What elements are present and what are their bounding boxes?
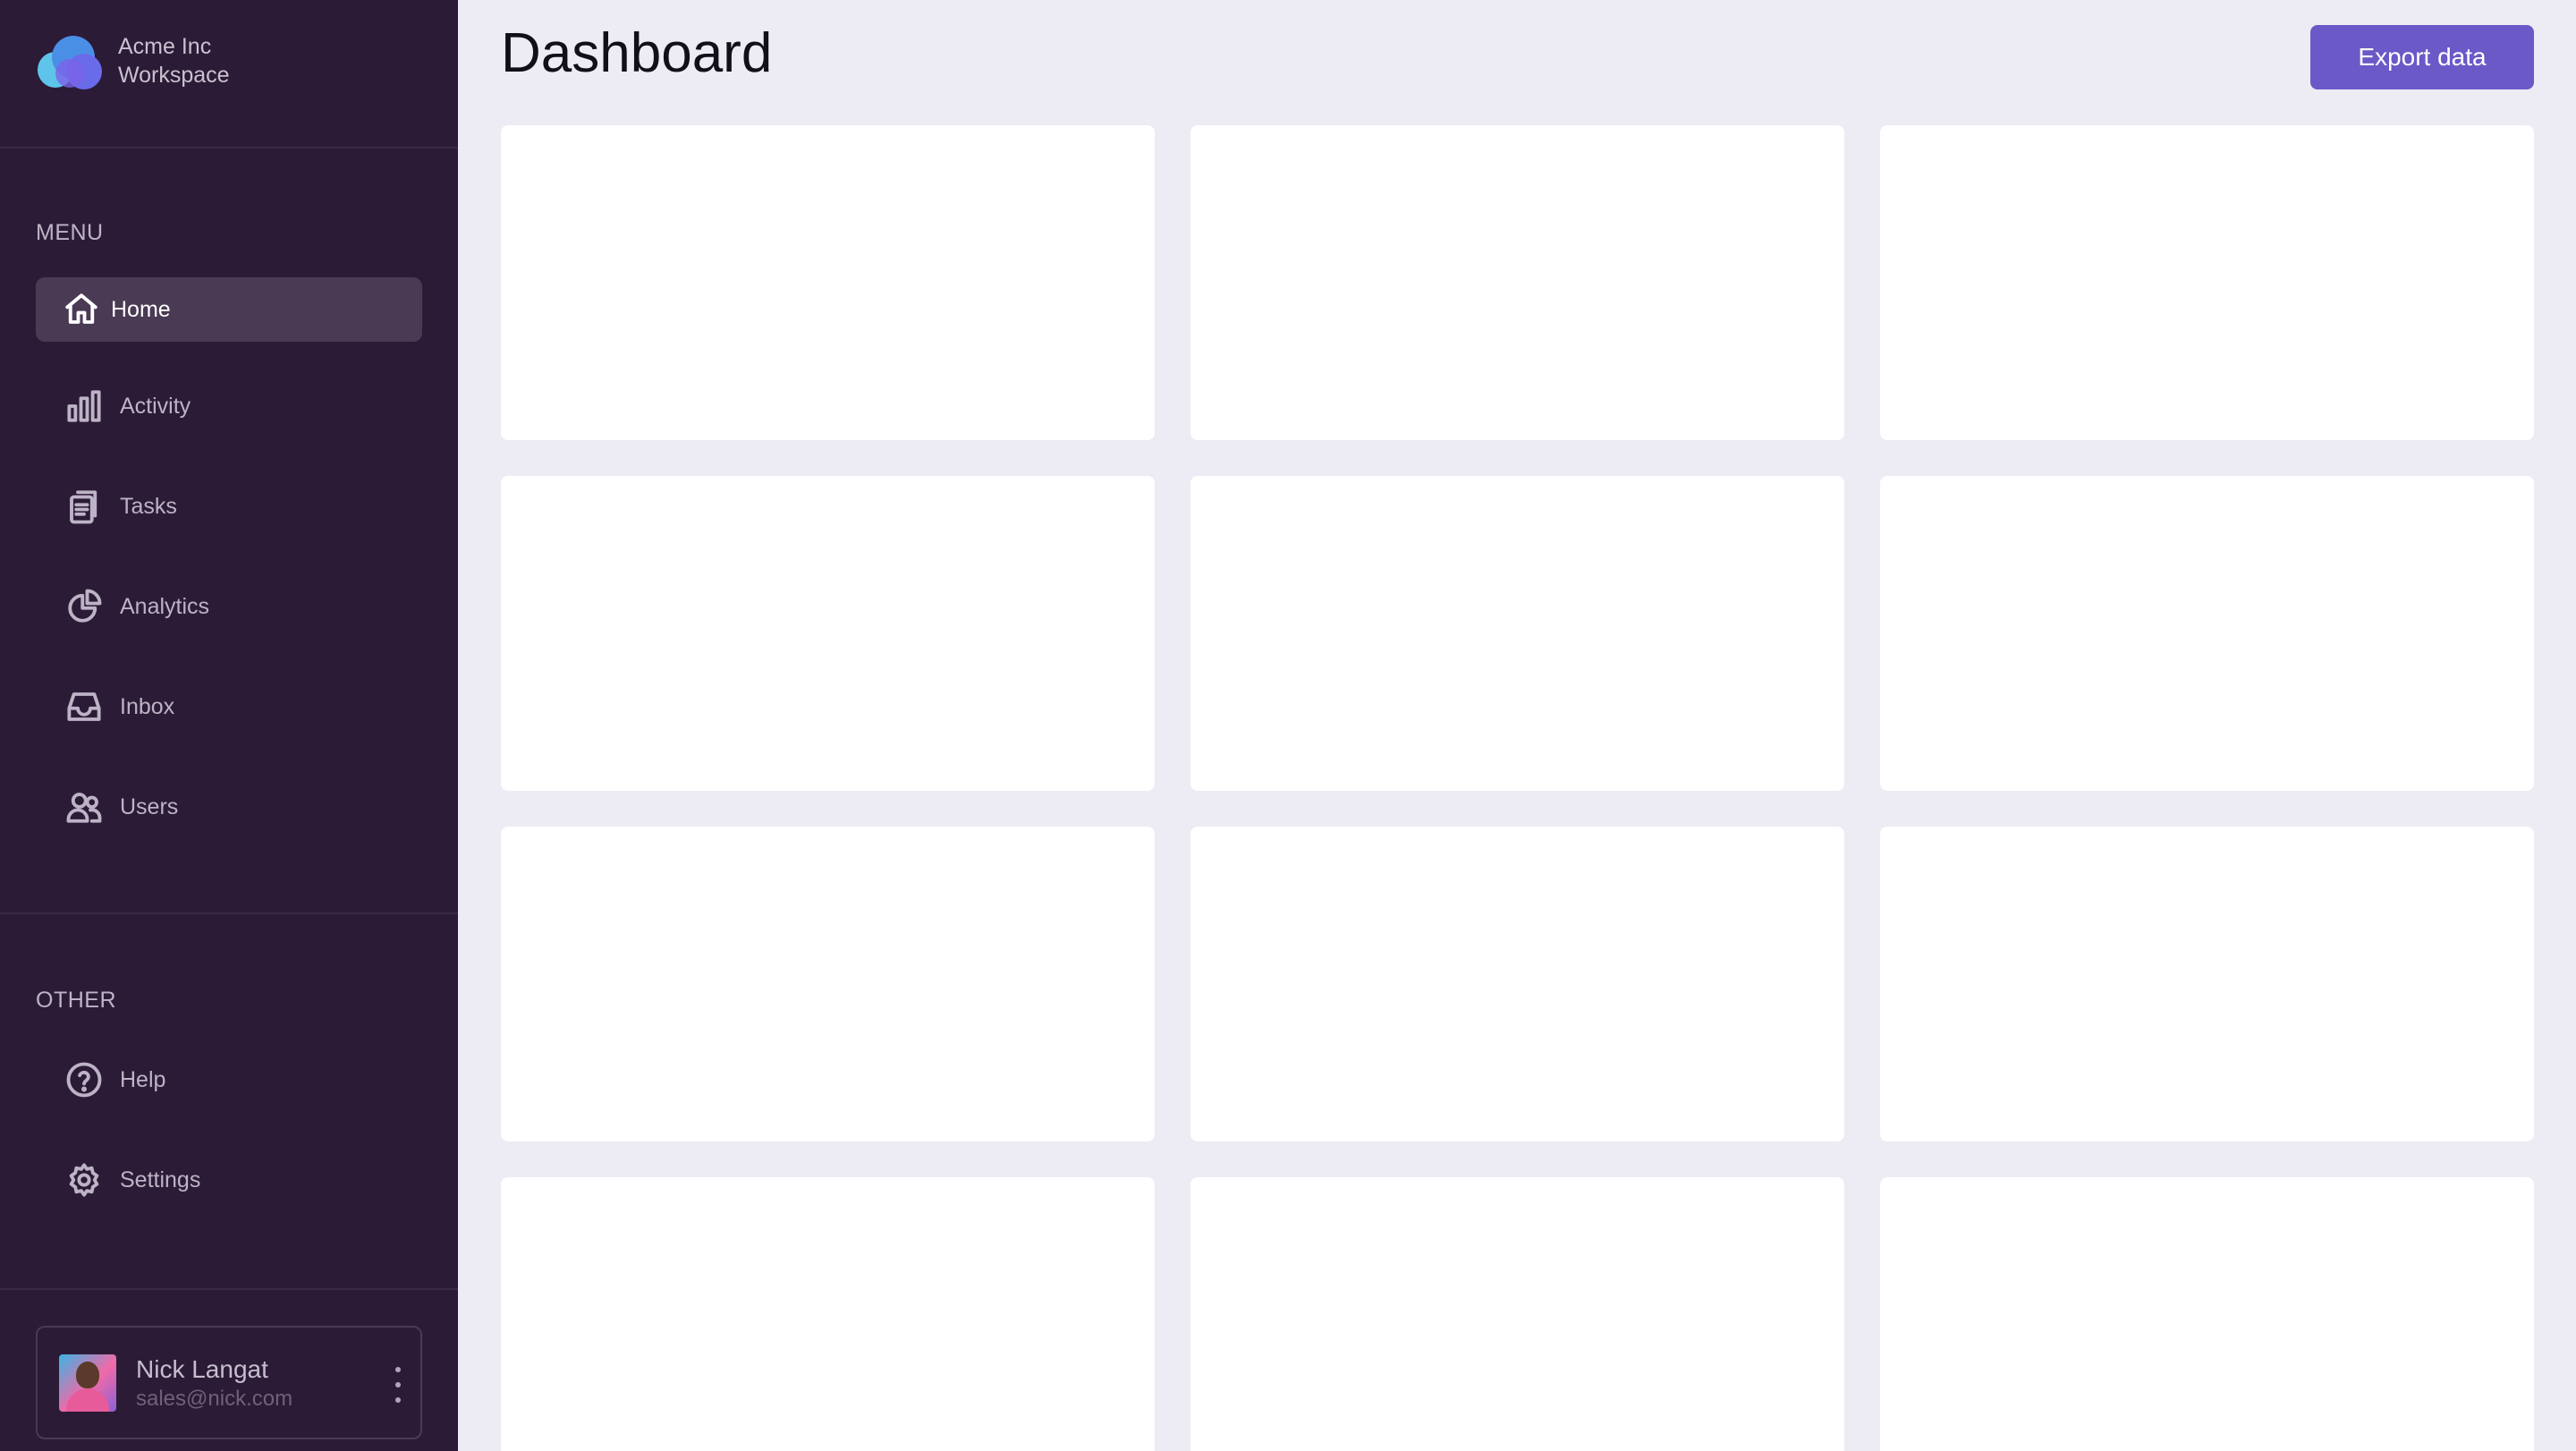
user-email: sales@nick.com	[136, 1386, 293, 1411]
clipboard-icon	[64, 487, 104, 526]
dashboard-card	[501, 476, 1155, 791]
dashboard-card	[1880, 476, 2534, 791]
sidebar-item-label: Help	[120, 1066, 166, 1092]
avatar	[59, 1353, 116, 1412]
users-icon	[64, 787, 104, 827]
sidebar-item-label: Home	[111, 296, 171, 322]
sidebar-item-label: Activity	[120, 393, 191, 419]
dashboard-card	[1880, 1177, 2534, 1451]
dashboard-card	[501, 1177, 1155, 1451]
dashboard-card	[1191, 476, 1844, 791]
brand[interactable]: Acme Inc Workspace	[36, 30, 230, 91]
pie-chart-icon	[64, 587, 104, 626]
brand-name: Acme Inc	[118, 34, 212, 59]
main-content: Dashboard Export data	[458, 0, 2576, 1451]
dashboard-card	[1880, 827, 2534, 1141]
dashboard-card	[501, 827, 1155, 1141]
dashboard-card	[1191, 125, 1844, 440]
sidebar-item-home[interactable]: Home	[36, 277, 422, 342]
dashboard-card	[501, 125, 1155, 440]
sidebar-item-users[interactable]: Users	[36, 775, 422, 839]
sidebar-item-label: Users	[120, 793, 179, 819]
home-icon	[63, 290, 100, 329]
divider	[0, 912, 458, 914]
more-options-icon[interactable]	[388, 1367, 408, 1403]
sidebar-item-tasks[interactable]: Tasks	[36, 474, 422, 539]
other-section-label: OTHER	[36, 988, 116, 1013]
menu-section-label: MENU	[36, 220, 104, 245]
user-card[interactable]: Nick Langat sales@nick.com	[36, 1326, 422, 1439]
bar-chart-icon	[64, 386, 104, 426]
sidebar-item-label: Analytics	[120, 593, 210, 619]
divider	[0, 1288, 458, 1290]
export-data-button[interactable]: Export data	[2310, 25, 2534, 89]
brand-text: Acme Inc Workspace	[118, 32, 230, 89]
app: Acme Inc Workspace MENU Home Activity Ta…	[0, 0, 2576, 1451]
dashboard-card	[1191, 827, 1844, 1141]
sidebar-item-label: Tasks	[120, 493, 177, 519]
user-name: Nick Langat	[136, 1354, 268, 1383]
help-circle-icon	[64, 1060, 104, 1099]
dashboard-card	[1880, 125, 2534, 440]
cloud-logo-icon	[38, 36, 102, 89]
sidebar-item-label: Inbox	[120, 693, 175, 719]
inbox-icon	[64, 687, 104, 726]
divider	[0, 147, 458, 148]
user-info: Nick Langat sales@nick.com	[136, 1353, 292, 1413]
sidebar-item-settings[interactable]: Settings	[36, 1148, 422, 1212]
card-grid	[501, 125, 2534, 1451]
page-title: Dashboard	[501, 22, 773, 84]
sidebar-item-activity[interactable]: Activity	[36, 374, 422, 438]
brand-workspace: Workspace	[118, 63, 230, 88]
sidebar-item-inbox[interactable]: Inbox	[36, 675, 422, 739]
sidebar-item-label: Settings	[120, 1167, 201, 1192]
sidebar-item-analytics[interactable]: Analytics	[36, 574, 422, 639]
sidebar: Acme Inc Workspace MENU Home Activity Ta…	[0, 0, 458, 1451]
gear-icon	[64, 1160, 104, 1200]
sidebar-item-help[interactable]: Help	[36, 1048, 422, 1112]
dashboard-card	[1191, 1177, 1844, 1451]
